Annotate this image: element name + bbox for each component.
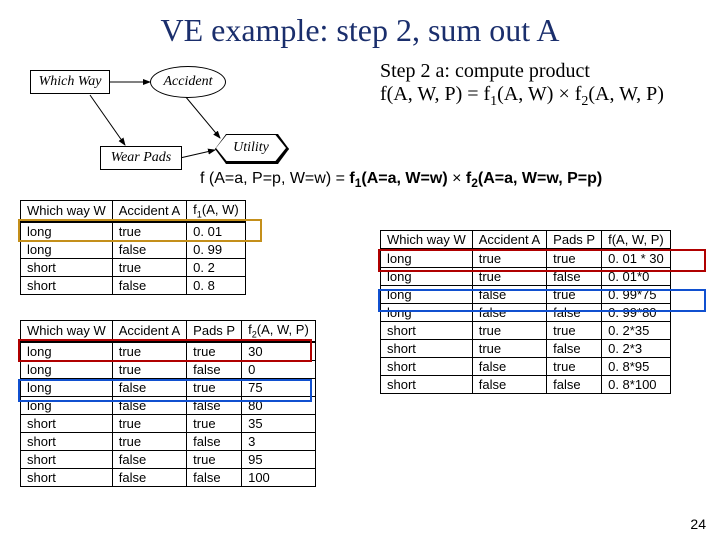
eq-r2b: (A=a, W=w, P=p) xyxy=(478,170,602,187)
table-row: longtrue0. 01 xyxy=(21,222,246,241)
col-header: Pads P xyxy=(547,231,602,250)
eq-r2-sub: 2 xyxy=(471,176,478,190)
table-row: shorttruetrue0. 2*35 xyxy=(381,322,671,340)
eq-r1b: (A=a, W=w) xyxy=(361,170,447,187)
step-line2b: (A, W) × f xyxy=(497,83,581,105)
table-row: shorttruetrue35 xyxy=(21,414,316,432)
node-utility: Utility xyxy=(216,135,286,161)
table-row: shortfalsefalse0. 8*100 xyxy=(381,376,671,394)
table-row: shorttruefalse0. 2*3 xyxy=(381,340,671,358)
col-header: f1(A, W) xyxy=(187,201,246,222)
page-number: 24 xyxy=(690,516,706,532)
table-row: shorttrue0. 2 xyxy=(21,258,246,276)
col-header: Accident A xyxy=(112,201,186,222)
node-accident: Accident xyxy=(150,66,226,98)
table-f1: Which way W Accident A f1(A, W) longtrue… xyxy=(20,200,246,295)
table-row: longfalsefalse80 xyxy=(21,396,316,414)
table-row: shortfalse0. 8 xyxy=(21,276,246,294)
col-header: f2(A, W, P) xyxy=(242,321,316,342)
col-header: Pads P xyxy=(187,321,242,342)
col-header: f(A, W, P) xyxy=(602,231,671,250)
table-row: longtruefalse0 xyxy=(21,360,316,378)
table-row: shortfalsetrue95 xyxy=(21,450,316,468)
col-header: Accident A xyxy=(112,321,186,342)
eq-mul: × xyxy=(452,170,466,187)
step-line2a: f(A, W, P) = f xyxy=(380,83,490,105)
col-header: Which way W xyxy=(21,201,113,222)
step-line1: Step 2 a: compute product xyxy=(380,60,590,82)
table-row: shortfalsefalse100 xyxy=(21,468,316,486)
equation-line: f (A=a, P=p, W=w) = f1(A=a, W=w) × f2(A=… xyxy=(200,170,700,190)
step-description: Step 2 a: compute product f(A, W, P) = f… xyxy=(380,60,710,110)
table-row: Which way W Accident A Pads P f(A, W, P) xyxy=(381,231,671,250)
table-row: longfalsefalse0. 99*80 xyxy=(381,304,671,322)
table-row: Which way W Accident A Pads P f2(A, W, P… xyxy=(21,321,316,342)
eq-lhs: f (A=a, P=p, W=w) = xyxy=(200,170,349,187)
table-row: Which way W Accident A f1(A, W) xyxy=(21,201,246,222)
col-header: Accident A xyxy=(472,231,546,250)
col-header: Which way W xyxy=(21,321,113,342)
table-row: shorttruefalse3 xyxy=(21,432,316,450)
table-row: shortfalsetrue0. 8*95 xyxy=(381,358,671,376)
node-wear-pads: Wear Pads xyxy=(100,146,182,170)
col-header: Which way W xyxy=(381,231,473,250)
table-row: longfalsetrue75 xyxy=(21,378,316,396)
table-row: longtruetrue0. 01 * 30 xyxy=(381,249,671,268)
node-which-way: Which Way xyxy=(30,70,110,94)
table-row: longtruefalse0. 01*0 xyxy=(381,268,671,286)
table-f-product: Which way W Accident A Pads P f(A, W, P)… xyxy=(380,230,671,394)
table-row: longfalsetrue0. 99*75 xyxy=(381,286,671,304)
table-row: longtruetrue30 xyxy=(21,342,316,361)
step-line2c: (A, W, P) xyxy=(588,83,664,105)
table-f2: Which way W Accident A Pads P f2(A, W, P… xyxy=(20,320,316,487)
table-row: longfalse0. 99 xyxy=(21,240,246,258)
slide-title: VE example: step 2, sum out A xyxy=(0,0,720,57)
